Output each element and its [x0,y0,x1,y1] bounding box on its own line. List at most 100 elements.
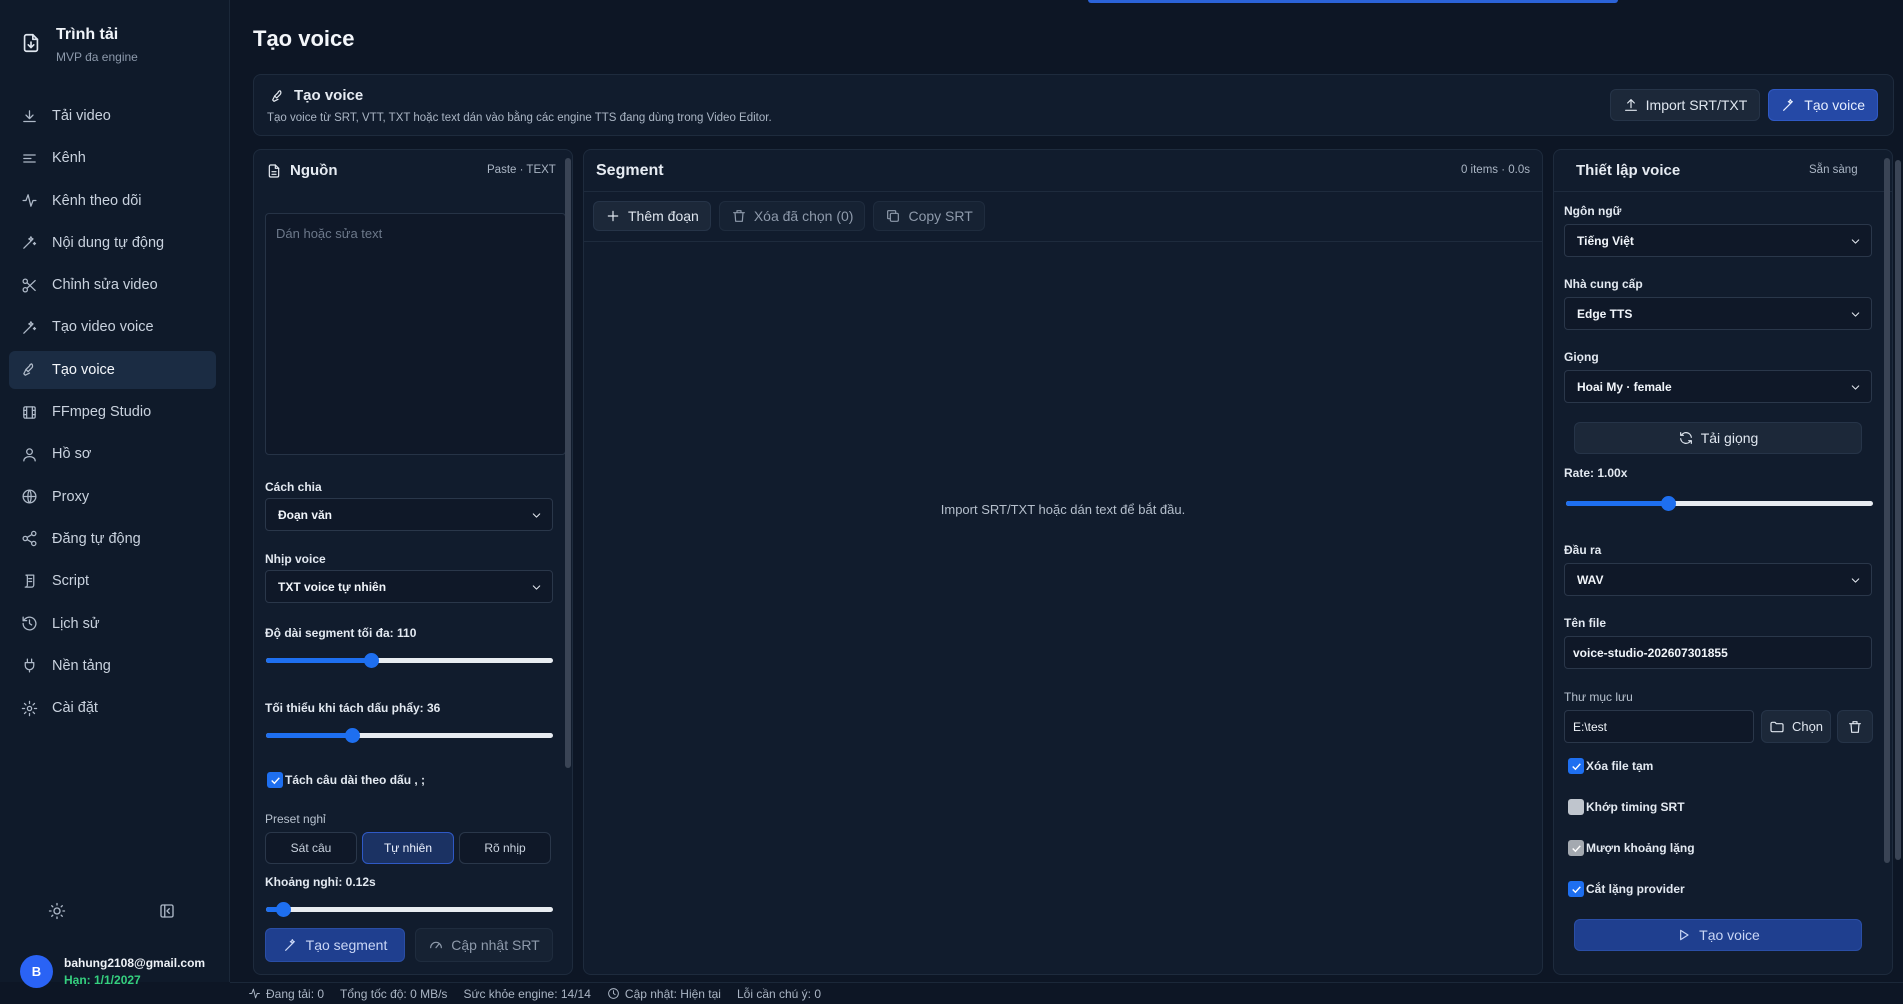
header-create-voice-label: Tạo voice [1804,97,1865,113]
collapse-sidebar-icon[interactable] [158,902,176,920]
import-srt-button[interactable]: Import SRT/TXT [1609,89,1761,121]
header-create-voice-button[interactable]: Tạo voice [1768,89,1878,121]
add-segment-label: Thêm đoạn [628,208,699,224]
activity-icon [249,988,260,999]
play-icon [1680,929,1689,941]
choose-folder-button[interactable]: Chọn [1761,710,1831,743]
sidebar-item-script[interactable]: Script [9,562,216,600]
match-srt-checkbox[interactable]: Khớp timing SRT [1568,799,1685,815]
output-select[interactable]: WAV [1564,563,1872,596]
checkbox-box[interactable] [1568,881,1584,897]
pause-slider[interactable] [266,902,553,917]
sidebar-item-settings[interactable]: Cài đặt [9,689,216,727]
segment-empty-state: Import SRT/TXT hoặc dán text để bắt đầu. [940,502,1186,517]
sidebar-item-profile[interactable]: Hồ sơ [9,435,216,473]
sidebar-item-auto-content[interactable]: Nội dung tự động [9,224,216,262]
sidebar-item-label: Tải video [52,108,111,124]
sidebar-item-create-voice[interactable]: Tạo voice [9,350,216,389]
create-segment-button[interactable]: Tạo segment [265,928,405,962]
delete-selected-button[interactable]: Xóa đã chọn (0) [718,201,866,231]
sidebar-item-label: Lịch sử [52,615,100,632]
rate-slider[interactable] [1566,496,1873,511]
delete-temp-checkbox[interactable]: Xóa file tạm [1568,758,1653,774]
language-select[interactable]: Tiếng Việt [1564,224,1872,257]
split-select-value: Đoạn văn [278,507,333,522]
slider-thumb[interactable] [276,902,292,917]
filename-input[interactable]: voice-studio-202607301855 [1564,636,1872,669]
source-scrollbar[interactable] [565,158,571,768]
sidebar-item-proxy[interactable]: Proxy [9,478,216,516]
load-voices-button[interactable]: Tải giọng [1574,422,1862,454]
checkbox-box[interactable] [1568,840,1584,856]
borrow-silence-checkbox[interactable]: Mượn khoảng lặng [1568,840,1695,856]
language-select-value: Tiếng Việt [1577,233,1634,248]
slider-track [266,907,553,912]
sidebar-item-channel[interactable]: Kênh [9,139,216,177]
sun-icon[interactable] [48,902,66,920]
preset-natural-button[interactable]: Tự nhiên [362,832,454,864]
delete-selected-label: Xóa đã chọn (0) [753,208,854,224]
sidebar-item-voice-video[interactable]: Tạo video voice [9,308,216,346]
copy-srt-button[interactable]: Copy SRT [873,201,985,231]
source-meta: Paste · TEXT [487,164,556,176]
sidebar-item-history[interactable]: Lịch sử [9,605,216,643]
file-download-icon [23,33,39,53]
slider-fill [1566,501,1669,506]
create-voice-button[interactable]: Tạo voice [1574,919,1862,951]
user-profile[interactable]: B bahung2108@gmail.com Hạn: 1/1/2027 [20,955,205,988]
sidebar-item-auto-post[interactable]: Đăng tự động [9,520,216,558]
sidebar-item-ffmpeg-studio[interactable]: FFmpeg Studio [9,393,216,431]
sidebar-item-label: Tạo video voice [52,319,154,336]
folder-icon [1770,721,1784,732]
user-expiry: Hạn: 1/1/2027 [64,973,141,987]
checkbox-box[interactable] [267,772,283,788]
voice-select[interactable]: Hoai My · female [1564,370,1872,403]
globe-icon [22,489,37,504]
preset-label: Preset nghỉ [265,812,326,826]
gear-icon [21,700,38,716]
checkbox-box[interactable] [1568,758,1584,774]
slider-thumb[interactable] [364,653,380,668]
borrow-silence-label: Mượn khoảng lặng [1586,841,1695,855]
voice-label: Giọng [1564,350,1599,364]
plus-icon [607,210,619,222]
trash-icon [732,210,745,222]
split-select[interactable]: Đoạn văn [265,498,553,531]
sidebar-item-platform[interactable]: Nền tảng [9,647,216,685]
provider-select[interactable]: Edge TTS [1564,297,1872,330]
minsplit-slider[interactable] [266,728,553,743]
update-srt-button[interactable]: Cập nhật SRT [415,928,553,962]
user-email: bahung2108@gmail.com [64,956,206,970]
chevron-down-icon [1851,385,1860,390]
split-punct-checkbox[interactable]: Tách câu dài theo dấu , ; [267,772,425,788]
choose-folder-label: Chọn [1791,719,1824,734]
checkbox-box[interactable] [1568,799,1584,815]
voice-scrollbar[interactable] [1884,158,1890,863]
copy-srt-label: Copy SRT [908,208,973,224]
segment-title: Segment [596,162,664,179]
preset-tight-button[interactable]: Sát câu [265,832,357,864]
page-scrollbar[interactable] [1895,160,1901,860]
update-srt-label: Cập nhật SRT [451,937,540,953]
source-textarea[interactable]: Dán hoặc sửa text [265,213,566,455]
check-icon [270,776,280,784]
match-srt-label: Khớp timing SRT [1586,800,1685,814]
folder-input[interactable]: E:\test [1564,710,1754,743]
preset-clear-button[interactable]: Rõ nhịp [459,832,551,864]
upload-icon [1624,99,1637,111]
clear-folder-button[interactable] [1837,710,1873,743]
maxlen-slider[interactable] [266,653,553,668]
scissors-icon [22,278,36,293]
header-description: Tạo voice từ SRT, VTT, TXT hoặc text dán… [267,112,772,124]
slider-thumb[interactable] [345,728,361,743]
output-label: Đầu ra [1564,543,1602,557]
sidebar-item-download-video[interactable]: Tải video [9,97,216,135]
sidebar-item-edit-video[interactable]: Chỉnh sửa video [9,266,216,304]
header-card: Tạo voice Tạo voice từ SRT, VTT, TXT hoặ… [253,74,1894,136]
language-label: Ngôn ngữ [1564,204,1622,218]
rhythm-select[interactable]: TXT voice tự nhiên [265,570,553,603]
slider-thumb[interactable] [1661,496,1677,511]
trim-silence-checkbox[interactable]: Cắt lặng provider [1568,881,1685,897]
add-segment-button[interactable]: Thêm đoạn [593,201,711,231]
sidebar-item-followed-channels[interactable]: Kênh theo dõi [9,182,216,220]
